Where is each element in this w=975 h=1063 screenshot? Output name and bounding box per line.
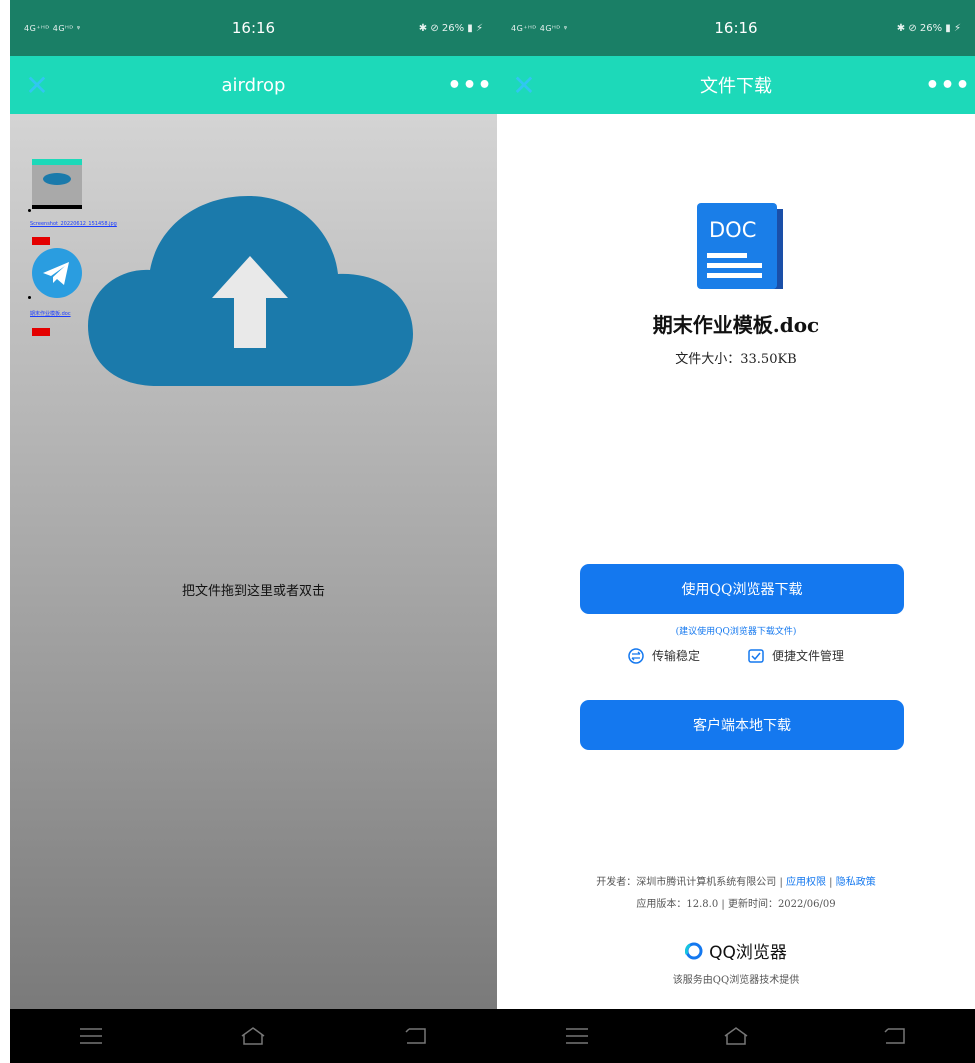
title-bar: ✕ 文件下载 ••• xyxy=(497,56,975,114)
more-icon[interactable]: ••• xyxy=(443,73,497,98)
list-bullet xyxy=(28,209,31,212)
drop-hint: 把文件拖到这里或者双击 xyxy=(181,584,325,599)
signal-indicator: 4G⁺ᴴᴰ 4Gᴴᴰ ᵠ xyxy=(511,23,568,33)
folder-check-icon xyxy=(748,648,764,663)
clock: 16:16 xyxy=(231,19,276,37)
home-icon[interactable] xyxy=(716,1021,756,1051)
screenshot-thumbnail[interactable] xyxy=(32,159,82,209)
developer-info: 开发者：深圳市腾讯计算机系统有限公司 | 应用权限 | 隐私政策 xyxy=(497,873,975,888)
file-link[interactable]: 期末作业模板.doc xyxy=(30,310,71,317)
doc-label: DOC xyxy=(709,218,756,242)
file-size: 文件大小：33.50KB xyxy=(675,352,797,367)
list-bullet xyxy=(28,296,31,299)
navigation-bar xyxy=(10,1009,497,1063)
privacy-link[interactable]: 隐私政策 xyxy=(836,877,876,888)
download-page: DOC 期末作业模板.doc 文件大小：33.50KB 使用QQ浏览器下载 (建… xyxy=(497,114,975,1009)
page-title: airdrop xyxy=(221,74,286,96)
drop-zone[interactable]: Screenshot_20220612_151458.jpg 期末作业模板.do… xyxy=(10,114,497,1009)
status-bar: 4G⁺ᴴᴰ 4Gᴴᴰ ᵠ 16:16 ✱ ⊘ 26% ▮ ⚡ xyxy=(497,0,975,56)
signal-indicator: 4G⁺ᴴᴰ 4Gᴴᴰ ᵠ xyxy=(24,23,81,33)
close-icon[interactable]: ✕ xyxy=(10,69,64,102)
permissions-link[interactable]: 应用权限 xyxy=(786,877,826,888)
close-icon[interactable]: ✕ xyxy=(497,69,551,102)
feature-list: 传输稳定 便捷文件管理 xyxy=(497,647,975,664)
status-bar: 4G⁺ᴴᴰ 4Gᴴᴰ ᵠ 16:16 ✱ ⊘ 26% ▮ ⚡ xyxy=(10,0,497,56)
back-icon[interactable] xyxy=(875,1021,915,1051)
delete-button[interactable] xyxy=(32,237,50,245)
file-name: 期末作业模板.doc xyxy=(652,313,820,337)
separator: | xyxy=(826,877,836,888)
suggestion-text: (建议使用QQ浏览器下载文件) xyxy=(675,627,797,637)
qq-browser-logo-icon xyxy=(685,942,703,959)
developer-name: 开发者：深圳市腾讯计算机系统有限公司 xyxy=(596,877,777,888)
back-icon[interactable] xyxy=(396,1021,436,1051)
delete-button[interactable] xyxy=(32,328,50,336)
clock: 16:16 xyxy=(714,19,758,37)
title-bar: ✕ airdrop ••• xyxy=(10,56,497,114)
feature-label: 便捷文件管理 xyxy=(772,649,845,663)
home-icon[interactable] xyxy=(233,1021,273,1051)
system-icons: ✱ ⊘ 26% ▮ ⚡ xyxy=(418,22,483,34)
feature-label: 传输稳定 xyxy=(651,649,700,663)
qq-browser-download-button[interactable]: 使用QQ浏览器下载 xyxy=(580,564,904,614)
system-icons: ✱ ⊘ 26% ▮ ⚡ xyxy=(896,22,961,34)
right-phone: 4G⁺ᴴᴰ 4Gᴴᴰ ᵠ 16:16 ✱ ⊘ 26% ▮ ⚡ ✕ 文件下载 ••… xyxy=(497,0,975,1063)
file-link[interactable]: Screenshot_20220612_151458.jpg xyxy=(30,221,117,227)
cloud-upload-icon xyxy=(88,196,413,386)
feature-stable: 传输稳定 xyxy=(628,647,700,664)
left-phone: 4G⁺ᴴᴰ 4Gᴴᴰ ᵠ 16:16 ✱ ⊘ 26% ▮ ⚡ ✕ airdrop… xyxy=(10,0,497,1063)
transfer-icon xyxy=(628,647,644,664)
separator: | xyxy=(776,877,786,888)
brand: QQ浏览器 xyxy=(497,938,975,963)
version-info: 应用版本：12.8.0 | 更新时间：2022/06/09 xyxy=(636,899,836,910)
navigation-bar xyxy=(497,1009,975,1063)
local-download-button[interactable]: 客户端本地下载 xyxy=(580,700,904,750)
menu-icon[interactable] xyxy=(71,1021,111,1051)
more-icon[interactable]: ••• xyxy=(921,73,975,98)
provided-by: 该服务由QQ浏览器技术提供 xyxy=(672,975,800,986)
doc-file-icon: DOC xyxy=(697,203,783,289)
telegram-icon[interactable] xyxy=(32,248,82,298)
page-title: 文件下载 xyxy=(700,76,772,97)
brand-name: QQ浏览器 xyxy=(709,943,787,963)
feature-file-manage: 便捷文件管理 xyxy=(748,647,844,664)
menu-icon[interactable] xyxy=(557,1021,597,1051)
